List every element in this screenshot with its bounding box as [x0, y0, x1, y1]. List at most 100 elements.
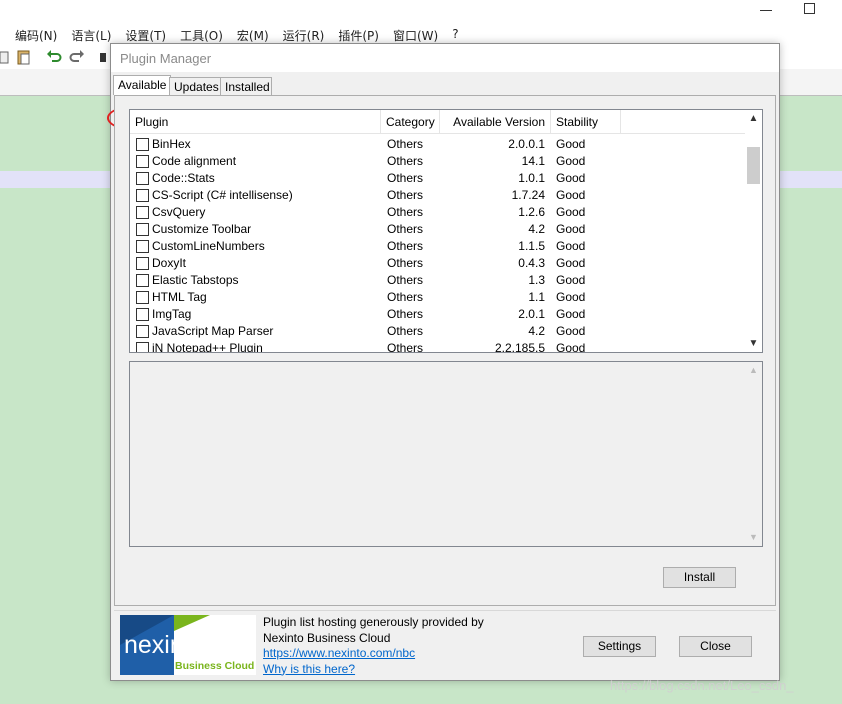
plugin-version: 4.2	[528, 222, 545, 236]
list-item[interactable]: Elastic Tabstops Others 1.3 Good	[130, 272, 746, 289]
list-item[interactable]: DoxyIt Others 0.4.3 Good	[130, 255, 746, 272]
why-is-this-here-link[interactable]: Why is this here?	[263, 662, 484, 678]
nexinto-url-link[interactable]: https://www.nexinto.com/nbc	[263, 646, 484, 662]
plugin-checkbox[interactable]	[136, 223, 149, 236]
plugin-checkbox[interactable]	[136, 308, 149, 321]
plugin-checkbox[interactable]	[136, 138, 149, 151]
list-item[interactable]: JavaScript Map Parser Others 4.2 Good	[130, 323, 746, 340]
plugin-category: Others	[387, 273, 424, 287]
plugin-version: 2.0.0.1	[508, 137, 545, 151]
plugin-name: Elastic Tabstops	[152, 273, 239, 287]
menu-language[interactable]: 语言(L)	[71, 25, 111, 45]
plugin-checkbox[interactable]	[136, 240, 149, 253]
menu-macro[interactable]: 宏(M)	[237, 25, 269, 45]
plugin-checkbox[interactable]	[136, 189, 149, 202]
list-header: Plugin Category Available Version Stabil…	[130, 110, 746, 134]
list-scrollbar[interactable]: ▲ ▼	[745, 110, 762, 352]
plugin-checkbox[interactable]	[136, 172, 149, 185]
tab-panel: Plugin Category Available Version Stabil…	[114, 95, 776, 606]
plugin-category: Others	[387, 188, 424, 202]
plugin-checkbox[interactable]	[136, 274, 149, 287]
plugin-category: Others	[387, 222, 424, 236]
plugin-version: 1.2.6	[518, 205, 545, 219]
plugin-version: 1.0.1	[518, 171, 545, 185]
plugin-version: 2.0.1	[518, 307, 545, 321]
plugin-stability: Good	[556, 137, 586, 151]
menu-help[interactable]: ?	[452, 25, 458, 45]
menu-tools[interactable]: 工具(O)	[180, 25, 223, 45]
dialog-titlebar[interactable]: Plugin Manager	[111, 44, 779, 72]
column-header-version[interactable]: Available Version	[440, 110, 551, 134]
plugin-list[interactable]: Plugin Category Available Version Stabil…	[129, 109, 763, 353]
plugin-category: Others	[387, 307, 424, 321]
menu-plugins[interactable]: 插件(P)	[338, 25, 379, 45]
list-item[interactable]: ImgTag Others 2.0.1 Good	[130, 306, 746, 323]
plugin-category: Others	[387, 171, 424, 185]
list-item[interactable]: jN Notepad++ Plugin Others 2.2.185.5 Good	[130, 340, 746, 353]
plugin-stability: Good	[556, 324, 586, 338]
logo-tagline: Business Cloud	[175, 660, 254, 672]
plugin-category: Others	[387, 205, 424, 219]
scroll-up-arrow-icon[interactable]: ▲	[745, 362, 762, 379]
footer-text: Plugin list hosting generously provided …	[263, 615, 484, 677]
plugin-category: Others	[387, 290, 424, 304]
plugin-checkbox[interactable]	[136, 206, 149, 219]
close-button[interactable]: Close	[679, 636, 752, 657]
plugin-name: Code::Stats	[152, 171, 215, 185]
scroll-up-arrow-icon[interactable]: ▲	[745, 110, 762, 127]
tab-installed[interactable]: Installed	[220, 77, 272, 95]
paste-icon[interactable]	[16, 49, 32, 65]
list-item[interactable]: Customize Toolbar Others 4.2 Good	[130, 221, 746, 238]
scroll-thumb[interactable]	[747, 147, 760, 184]
tab-available[interactable]: Available	[113, 75, 171, 95]
install-button[interactable]: Install	[663, 567, 736, 588]
plugin-name: HTML Tag	[152, 290, 207, 304]
plugin-stability: Good	[556, 222, 586, 236]
scroll-down-arrow-icon[interactable]: ▼	[745, 529, 762, 546]
copy-icon[interactable]	[0, 49, 16, 65]
plugin-version: 1.7.24	[511, 188, 545, 202]
plugin-stability: Good	[556, 239, 586, 253]
plugin-category: Others	[387, 239, 424, 253]
list-rows: BinHex Others 2.0.0.1 Good Code alignment Ot…	[130, 136, 746, 353]
list-item[interactable]: BinHex Others 2.0.0.1 Good	[130, 136, 746, 153]
description-scrollbar[interactable]: ▲ ▼	[745, 362, 762, 546]
plugin-checkbox[interactable]	[136, 325, 149, 338]
scroll-down-arrow-icon[interactable]: ▼	[745, 335, 762, 352]
list-item[interactable]: Code::Stats Others 1.0.1 Good	[130, 170, 746, 187]
undo-icon[interactable]	[46, 49, 62, 65]
nexinto-logo[interactable]: nexinto Business Cloud	[120, 615, 256, 675]
settings-button[interactable]: Settings	[583, 636, 656, 657]
list-item[interactable]: CS-Script (C# intellisense) Others 1.7.24 G…	[130, 187, 746, 204]
maximize-icon[interactable]	[804, 3, 815, 14]
plugin-version: 4.2	[528, 324, 545, 338]
plugin-name: JavaScript Map Parser	[152, 324, 274, 338]
tab-updates[interactable]: Updates	[169, 77, 221, 95]
menu-settings[interactable]: 设置(T)	[125, 25, 166, 45]
list-item[interactable]: HTML Tag Others 1.1 Good	[130, 289, 746, 306]
plugin-name: jN Notepad++ Plugin	[152, 341, 263, 353]
plugin-name: ImgTag	[152, 307, 192, 321]
menu-run[interactable]: 运行(R)	[283, 25, 325, 45]
plugin-checkbox[interactable]	[136, 291, 149, 304]
redo-icon[interactable]	[69, 49, 85, 65]
menu-window[interactable]: 窗口(W)	[393, 25, 438, 45]
plugin-manager-dialog: Plugin Manager Available Updates Install…	[107, 43, 780, 681]
plugin-stability: Good	[556, 256, 586, 270]
column-header-stability[interactable]: Stability	[551, 110, 621, 134]
list-item[interactable]: CustomLineNumbers Others 1.1.5 Good	[130, 238, 746, 255]
plugin-checkbox[interactable]	[136, 155, 149, 168]
column-header-plugin[interactable]: Plugin	[130, 110, 381, 134]
list-item[interactable]: CsvQuery Others 1.2.6 Good	[130, 204, 746, 221]
minimize-icon[interactable]	[758, 2, 774, 18]
column-header-category[interactable]: Category	[381, 110, 440, 134]
plugin-checkbox[interactable]	[136, 342, 149, 352]
list-item[interactable]: Code alignment Others 14.1 Good	[130, 153, 746, 170]
plugin-checkbox[interactable]	[136, 257, 149, 270]
plugin-name: Customize Toolbar	[152, 222, 252, 236]
plugin-category: Others	[387, 137, 424, 151]
menu-bar: 编码(N) 语言(L) 设置(T) 工具(O) 宏(M) 运行(R) 插件(P)…	[0, 25, 473, 45]
menu-encoding[interactable]: 编码(N)	[15, 25, 57, 45]
plugin-stability: Good	[556, 273, 586, 287]
plugin-description-box[interactable]: ▲ ▼	[129, 361, 763, 547]
